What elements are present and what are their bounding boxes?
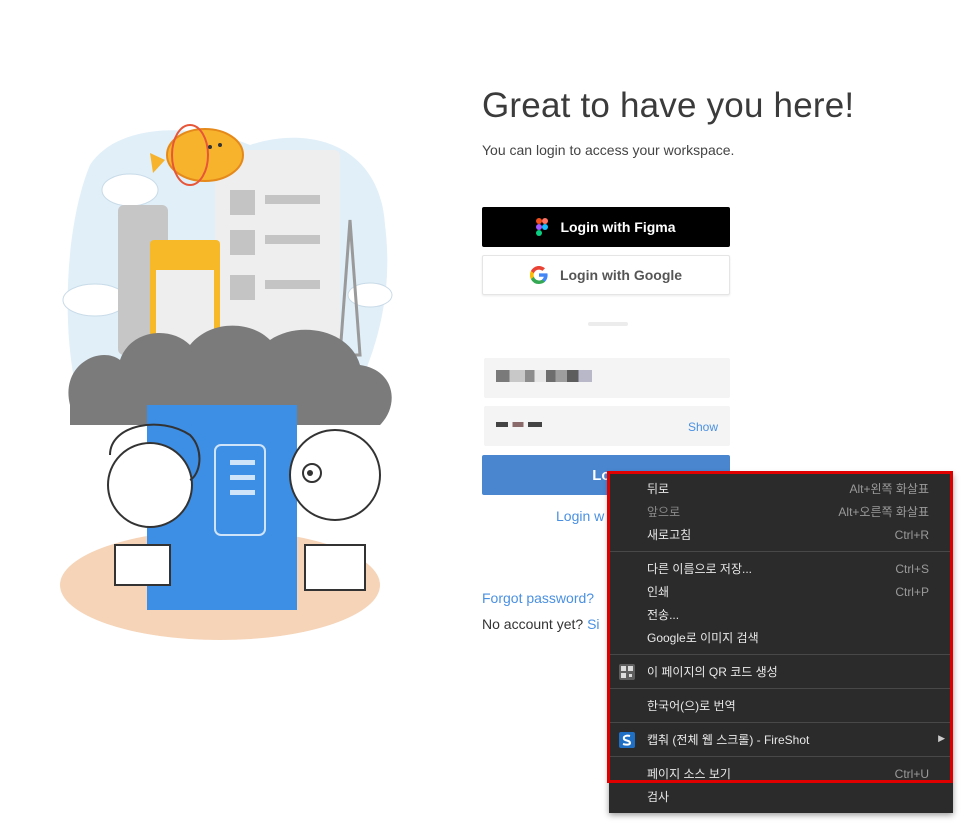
- menu-separator: [609, 688, 953, 689]
- figma-icon: [536, 218, 549, 236]
- menu-item-shortcut: Alt+오른쪽 화살표: [838, 505, 929, 519]
- menu-item-label: 뒤로: [647, 482, 670, 496]
- email-field[interactable]: [484, 358, 730, 398]
- menu-item-shortcut: Ctrl+U: [894, 766, 929, 781]
- menu-item-label: 앞으로: [647, 505, 681, 519]
- menu-item-search-images[interactable]: Google로 이미지 검색: [609, 626, 953, 649]
- cloud-middle: [62, 283, 128, 317]
- menu-item-label: Google로 이미지 검색: [647, 631, 759, 645]
- menu-item-view-source[interactable]: 페이지 소스 보기 Ctrl+U: [609, 762, 953, 785]
- character-right-body: [304, 544, 366, 591]
- menu-item-label: 다른 이름으로 저장...: [647, 562, 752, 576]
- menu-item-label: 한국어(으)로 번역: [647, 699, 736, 713]
- google-icon: [529, 266, 548, 284]
- menu-item-label: 캡춰 (전체 웹 스크롤) - FireShot: [647, 733, 810, 747]
- login-illustration: [60, 124, 393, 640]
- obscured-email-value: [496, 370, 592, 382]
- menu-item-forward[interactable]: 앞으로 Alt+오른쪽 화살표: [609, 500, 953, 523]
- show-password-toggle[interactable]: Show: [688, 420, 718, 434]
- fireshot-icon: [619, 732, 635, 748]
- menu-item-print[interactable]: 인쇄 Ctrl+P: [609, 580, 953, 603]
- cloud-left: [101, 173, 159, 207]
- menu-separator: [609, 722, 953, 723]
- menu-item-inspect[interactable]: 검사: [609, 785, 953, 808]
- menu-item-label: 이 페이지의 QR 코드 생성: [647, 665, 778, 679]
- menu-item-save-as[interactable]: 다른 이름으로 저장... Ctrl+S: [609, 557, 953, 580]
- forgot-password-link[interactable]: Forgot password?: [482, 590, 594, 606]
- login-sso-link[interactable]: Login w: [556, 508, 604, 524]
- menu-item-shortcut: Ctrl+S: [895, 561, 929, 576]
- page-subtitle: You can login to access your workspace.: [482, 142, 735, 158]
- menu-item-label: 검사: [647, 790, 670, 804]
- character-left-body: [114, 544, 171, 586]
- menu-item-fireshot[interactable]: 캡춰 (전체 웹 스크롤) - FireShot ▶: [609, 728, 953, 751]
- page-title: Great to have you here!: [482, 86, 855, 125]
- signup-link[interactable]: Si: [587, 616, 599, 632]
- menu-separator: [609, 756, 953, 757]
- menu-item-cast[interactable]: 전송...: [609, 603, 953, 626]
- menu-item-label: 전송...: [647, 608, 680, 622]
- character-left-head: [107, 442, 193, 528]
- figma-button-label: Login with Figma: [560, 219, 676, 235]
- submenu-arrow-icon: ▶: [938, 733, 945, 743]
- google-button-label: Login with Google: [559, 267, 683, 283]
- menu-item-label: 페이지 소스 보기: [647, 767, 731, 781]
- login-with-figma-button[interactable]: Login with Figma: [482, 207, 730, 247]
- menu-item-label: 새로고침: [647, 528, 692, 542]
- menu-item-reload[interactable]: 새로고침 Ctrl+R: [609, 523, 953, 546]
- menu-item-translate[interactable]: 한국어(으)로 번역: [609, 694, 953, 717]
- context-menu: 뒤로 Alt+왼쪽 화살표 앞으로 Alt+오른쪽 화살표 새로고침 Ctrl+…: [609, 473, 953, 813]
- login-with-google-button[interactable]: Login with Google: [482, 255, 730, 295]
- menu-item-label: 인쇄: [647, 585, 670, 599]
- menu-item-qr-code[interactable]: 이 페이지의 QR 코드 생성: [609, 660, 953, 683]
- menu-item-back[interactable]: 뒤로 Alt+왼쪽 화살표: [609, 477, 953, 500]
- no-account-text: No account yet? Si: [482, 616, 600, 632]
- no-account-label: No account yet?: [482, 616, 584, 632]
- menu-item-shortcut: Alt+왼쪽 화살표: [849, 482, 929, 496]
- menu-separator: [609, 654, 953, 655]
- menu-item-shortcut: Ctrl+P: [895, 584, 929, 599]
- qr-code-icon: [619, 664, 635, 680]
- menu-separator: [609, 551, 953, 552]
- obscured-password-value: [496, 422, 542, 427]
- menu-item-shortcut: Ctrl+R: [894, 527, 929, 542]
- password-field[interactable]: Show: [484, 406, 730, 446]
- divider: [588, 322, 628, 326]
